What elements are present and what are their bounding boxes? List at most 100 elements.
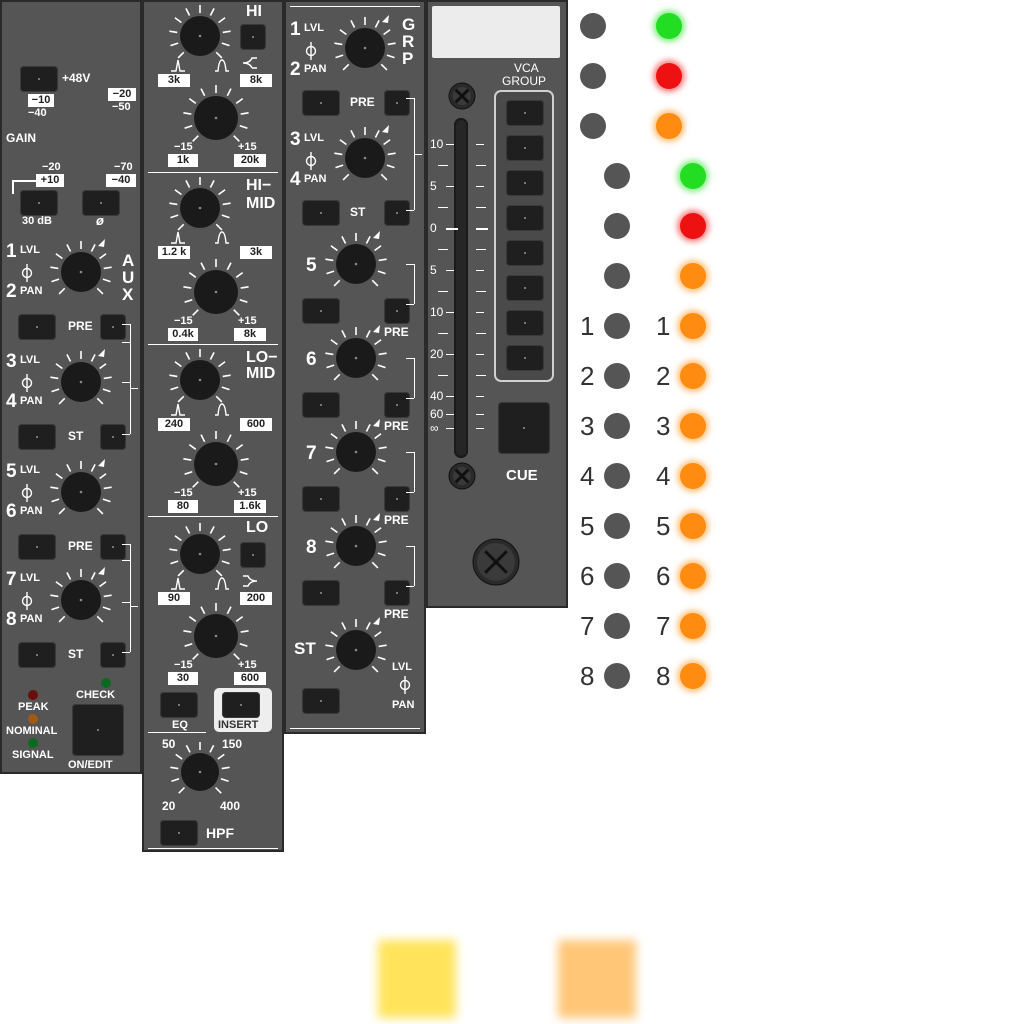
fader-track[interactable] bbox=[454, 118, 468, 458]
vca-group-button[interactable] bbox=[506, 205, 544, 231]
aux-on-button[interactable] bbox=[18, 424, 56, 450]
grp-send-knob[interactable] bbox=[322, 324, 390, 392]
vca-group-button[interactable] bbox=[506, 275, 544, 301]
grp-on-button[interactable] bbox=[302, 200, 340, 226]
fader-scale-label: 0 bbox=[430, 221, 437, 235]
grp-pre-st-button[interactable] bbox=[384, 200, 410, 226]
vca-group-button[interactable] bbox=[506, 240, 544, 266]
grp-send-knob[interactable] bbox=[322, 418, 390, 486]
vca-group-button[interactable] bbox=[506, 135, 544, 161]
cue-button[interactable] bbox=[498, 402, 550, 454]
knob-tick bbox=[188, 443, 197, 450]
vca-group-button[interactable] bbox=[506, 345, 544, 371]
rotary-knob-icon bbox=[325, 231, 387, 287]
pad-button[interactable] bbox=[20, 190, 58, 216]
grp-pre-button[interactable] bbox=[384, 298, 410, 324]
grp-pre-button[interactable] bbox=[384, 392, 410, 418]
pointer-icon bbox=[98, 459, 105, 467]
aux-pre-st-button[interactable] bbox=[100, 424, 126, 450]
hpf-knob[interactable] bbox=[167, 739, 233, 805]
peak-filter-icon bbox=[171, 577, 185, 590]
grp-mode-label: PRE bbox=[350, 95, 375, 109]
link-bracket bbox=[406, 398, 414, 399]
grp-send-knob[interactable] bbox=[331, 124, 399, 192]
grp-pre-st-button[interactable] bbox=[384, 90, 410, 116]
aux-send-knob[interactable] bbox=[47, 348, 115, 416]
link-bracket bbox=[406, 98, 414, 99]
grp-on-button[interactable] bbox=[302, 90, 340, 116]
grp-number: 5 bbox=[306, 255, 317, 276]
on-edit-button[interactable] bbox=[72, 704, 124, 756]
fader-scale-tick bbox=[446, 414, 454, 415]
hpf-button[interactable] bbox=[160, 820, 198, 846]
knob-tick bbox=[174, 17, 182, 24]
aux-on-button[interactable] bbox=[18, 534, 56, 560]
grp-send-knob[interactable] bbox=[322, 230, 390, 298]
knob-center bbox=[79, 380, 83, 384]
grp-on-button[interactable] bbox=[302, 486, 340, 512]
aux-pre-st-button[interactable] bbox=[100, 534, 126, 560]
grp-on-button[interactable] bbox=[302, 580, 340, 606]
knob-tick bbox=[371, 665, 379, 673]
section-divider bbox=[148, 344, 278, 345]
fader-scale-tick bbox=[476, 228, 488, 230]
knob-tick bbox=[350, 130, 356, 138]
lvl-label: LVL bbox=[304, 22, 324, 34]
knob-tick bbox=[183, 458, 192, 461]
knob-tick bbox=[169, 374, 178, 378]
knob-tick bbox=[221, 386, 230, 391]
aux-send-knob[interactable] bbox=[47, 566, 115, 634]
pointer-icon bbox=[373, 231, 380, 239]
aux-pre-st-button[interactable] bbox=[100, 642, 126, 668]
grp-send-knob[interactable] bbox=[322, 512, 390, 580]
st-knob[interactable] bbox=[322, 616, 390, 684]
lo-shelf-button[interactable] bbox=[240, 542, 266, 568]
lvl-label: LVL bbox=[20, 354, 40, 366]
insert-button[interactable] bbox=[222, 692, 260, 718]
aux-on-button[interactable] bbox=[18, 642, 56, 668]
aux-number: 6 bbox=[6, 501, 17, 522]
grp-pre-button[interactable] bbox=[384, 486, 410, 512]
grp-on-button[interactable] bbox=[302, 298, 340, 324]
grp-pre-button[interactable] bbox=[384, 580, 410, 606]
st-on-button[interactable] bbox=[302, 688, 340, 714]
knob-tick bbox=[240, 630, 249, 633]
fader-scale-tick bbox=[438, 165, 448, 166]
knob-center bbox=[198, 378, 202, 382]
himid-freq-hi-label: 8k bbox=[234, 328, 266, 341]
rotary-knob-icon bbox=[334, 15, 396, 71]
aux-send-knob[interactable] bbox=[47, 238, 115, 306]
hi-shelf-button[interactable] bbox=[240, 24, 266, 50]
aux-send-knob[interactable] bbox=[47, 458, 115, 526]
knob-tick bbox=[371, 467, 379, 475]
pan-label: PAN bbox=[20, 285, 43, 297]
knob-tick bbox=[170, 386, 179, 391]
vca-group-button[interactable] bbox=[506, 100, 544, 126]
pointer-icon bbox=[382, 15, 389, 23]
knob-tick bbox=[377, 458, 386, 463]
link-bracket bbox=[122, 434, 130, 435]
screw-icon bbox=[448, 82, 476, 110]
row-number: 8 bbox=[656, 661, 671, 691]
knob-tick bbox=[374, 130, 380, 138]
knob-tick bbox=[341, 518, 347, 526]
eq-button[interactable] bbox=[160, 692, 198, 718]
phantom-power-button[interactable] bbox=[20, 66, 58, 92]
knob-tick bbox=[66, 354, 72, 362]
fader-scale-label: 5 bbox=[430, 263, 437, 277]
link-icon bbox=[21, 484, 33, 502]
aux-on-button[interactable] bbox=[18, 314, 56, 340]
pointer-icon bbox=[98, 349, 105, 357]
grp-send-knob[interactable] bbox=[331, 14, 399, 82]
vca-group-button[interactable] bbox=[506, 170, 544, 196]
aux-pre-st-button[interactable] bbox=[100, 314, 126, 340]
vca-group-button[interactable] bbox=[506, 310, 544, 336]
grp-on-button[interactable] bbox=[302, 392, 340, 418]
knob-tick bbox=[102, 278, 111, 283]
knob-tick bbox=[221, 560, 230, 565]
rotary-knob-icon bbox=[50, 349, 112, 405]
indicator-led bbox=[656, 63, 682, 89]
rotary-knob-icon bbox=[325, 419, 387, 475]
status-dot bbox=[604, 513, 630, 539]
knob-tick bbox=[383, 29, 391, 36]
